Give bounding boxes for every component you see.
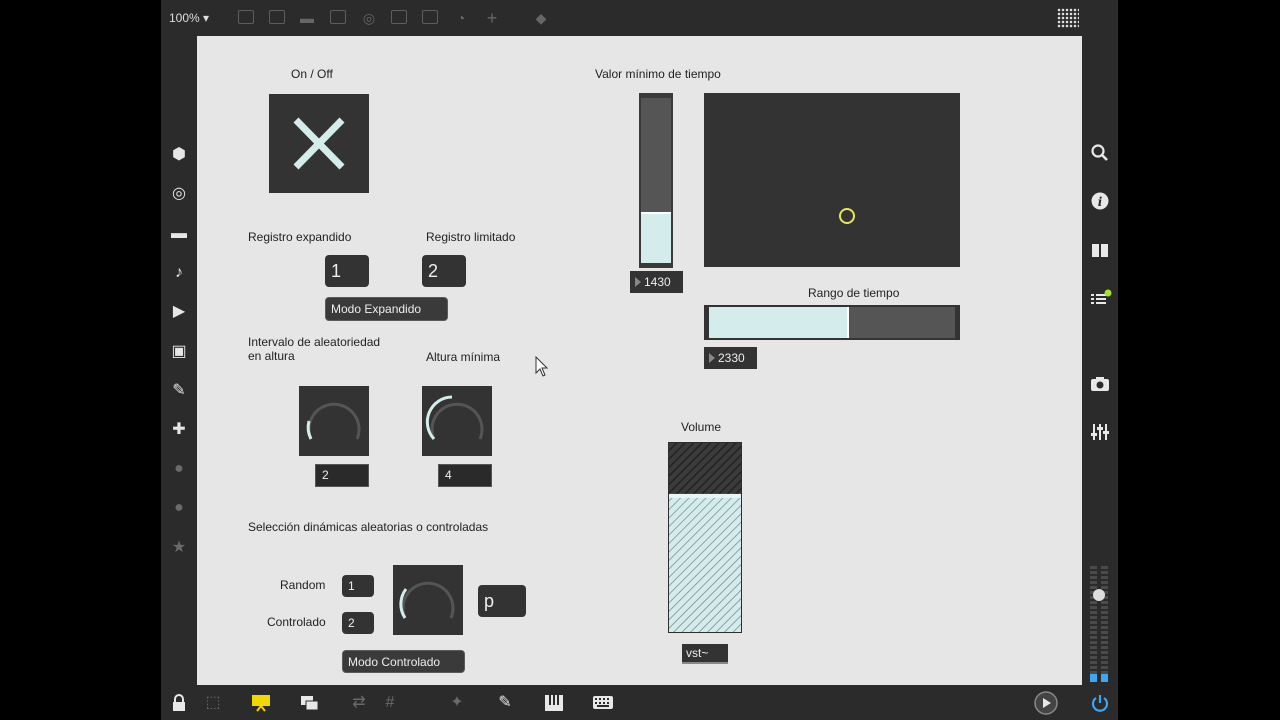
level-meter[interactable] [1090,566,1110,682]
altura-number[interactable]: 4 [438,464,492,487]
plus-icon[interactable]: + [482,9,502,27]
info-icon[interactable]: i [1090,191,1110,211]
onoff-toggle[interactable] [269,94,369,193]
rango-number[interactable]: 2330 [704,347,757,369]
debug-icon[interactable]: ✦ [447,693,467,713]
dinamica-dial[interactable] [393,565,463,635]
volume-gain-slider[interactable] [668,442,742,633]
presentation-mode-icon[interactable] [251,694,271,712]
camera-icon[interactable] [1090,374,1110,394]
registro-expandido-label: Registro expandido [248,230,352,244]
onoff-label: On / Off [291,67,333,81]
power-icon[interactable] [1090,693,1110,713]
flip-icon[interactable]: ⇄ [349,693,369,713]
registro-limitado-label: Registro limitado [426,230,516,244]
comment-icon[interactable]: ▬ [297,9,317,27]
target-icon[interactable]: ◎ [359,9,379,27]
valor-minimo-fill [641,211,671,263]
seleccion-label: Selección dinámicas aleatorias o control… [248,520,489,534]
edit-icon[interactable]: ⬚ [203,693,223,713]
rango-slider[interactable] [704,305,960,340]
xy-pad[interactable] [704,93,960,267]
vst-object[interactable]: vst~ [682,644,728,664]
lock-icon[interactable] [170,694,188,712]
x-icon [293,117,345,170]
valor-minimo-slider[interactable] [639,93,673,268]
vst-icon[interactable]: ● [169,459,189,479]
controlado-message[interactable]: 2 [342,612,374,634]
intervalo-label: Intervalo de aleatoriedad en altura [248,335,381,363]
random-message[interactable]: 1 [342,575,374,597]
b-icon[interactable]: ● [169,498,189,518]
max-patcher-window: 100% ▾ ▬ ◎ ◔ + ◆ ⬢ ◎ ▬ ♪ ▶ ▣ ✎ ✚ ● ● ★ O… [161,0,1118,720]
split-icon[interactable] [422,10,438,24]
modo-controlado-button[interactable]: Modo Controlado [342,650,465,673]
target-icon[interactable]: ◎ [169,184,189,204]
altura-dial[interactable] [422,386,492,456]
image-icon[interactable]: ▣ [169,342,189,362]
plug-icon[interactable]: ✚ [169,420,189,440]
close-box-icon[interactable] [330,10,346,24]
valor-minimo-number[interactable]: 1430 [630,271,683,293]
p-message[interactable]: p [478,585,526,617]
star-icon[interactable]: ★ [169,538,189,558]
patcher-canvas[interactable]: On / Off Registro expandido Registro lim… [197,36,1082,685]
random-label: Random [280,578,326,592]
volume-label: Volume [681,420,722,434]
music-note-icon[interactable]: ♪ [169,263,189,283]
grid-snap-icon[interactable]: # [380,693,400,713]
modo-expandido-button[interactable]: Modo Expandido [325,297,448,321]
registro-expandido-message[interactable]: 1 [325,255,369,287]
gain-knob[interactable] [1093,589,1105,601]
terminal-icon[interactable] [391,10,407,24]
rango-label: Rango de tiempo [808,286,900,300]
book-icon[interactable] [1090,241,1110,261]
controlado-label: Controlado [267,615,326,629]
audio-play-icon[interactable] [1033,690,1059,716]
windows-icon[interactable] [300,694,320,712]
package-icon[interactable]: ⬢ [169,145,189,165]
zoom-selector[interactable]: 100% ▾ [169,11,209,25]
list-icon[interactable] [1090,289,1112,309]
registro-limitado-message[interactable]: 2 [422,255,466,287]
svg-text:i: i [1098,195,1103,209]
paperclip-icon[interactable]: ✎ [169,381,189,401]
piano-icon[interactable] [544,694,564,712]
presentation-icon[interactable] [238,10,254,24]
valor-minimo-label: Valor mínimo de tiempo [595,67,721,81]
mouse-cursor-icon [535,356,549,377]
intervalo-dial[interactable] [299,386,369,456]
intervalo-number[interactable]: 2 [315,464,369,487]
status-dot [1104,289,1112,297]
xy-pad-handle [839,208,855,224]
grid-icon[interactable] [1057,8,1079,28]
search-icon[interactable] [1090,143,1110,163]
mixer-icon[interactable] [1090,422,1110,442]
keyboard-icon[interactable] [592,694,614,712]
wrench-icon[interactable]: ✎ [495,693,515,713]
bar-icon[interactable]: ▬ [169,224,189,244]
top-toolbar: 100% ▾ ▬ ◎ ◔ + ◆ [161,0,1118,36]
altura-minima-label: Altura mínima [426,350,501,364]
paint-bucket-icon[interactable]: ◆ [531,9,551,27]
rango-fill [709,307,849,338]
message-icon[interactable] [269,10,285,24]
media-icon[interactable]: ▶ [169,302,189,322]
gauge-icon[interactable]: ◔ [451,9,471,27]
